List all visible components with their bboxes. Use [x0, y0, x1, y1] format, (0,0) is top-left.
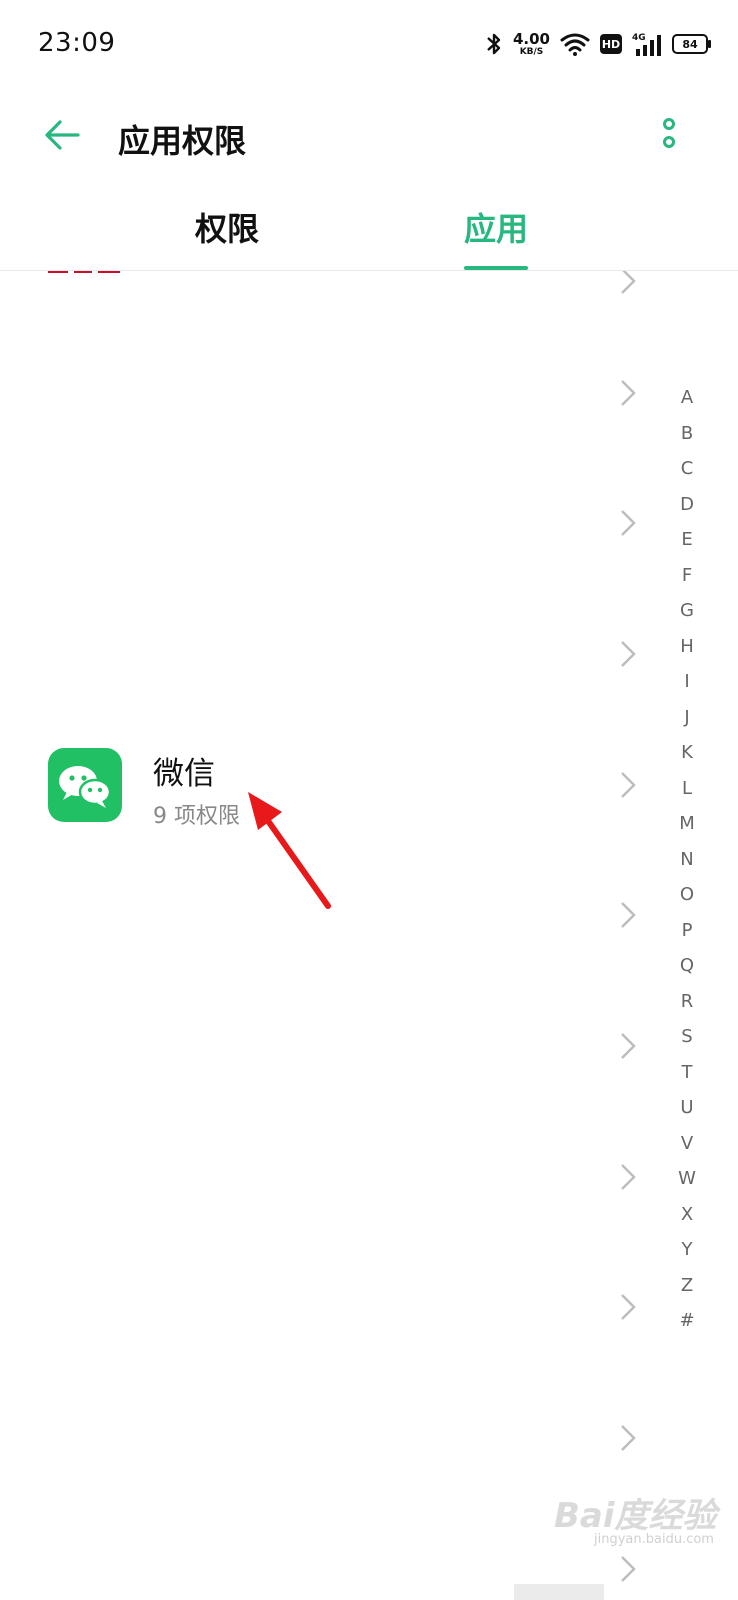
- bluetooth-icon: [487, 33, 501, 55]
- battery-icon: 84: [672, 34, 711, 54]
- more-options-button[interactable]: [652, 112, 686, 160]
- alpha-index-letter[interactable]: I: [672, 664, 702, 700]
- alpha-index-letter[interactable]: D: [672, 487, 702, 523]
- bottom-handle: [514, 1584, 604, 1600]
- chevron-right-icon[interactable]: [616, 375, 640, 411]
- tab-apps[interactable]: 应用: [464, 204, 528, 250]
- alpha-index-letter[interactable]: T: [672, 1055, 702, 1091]
- watermark-logo: Bai度经验: [554, 1496, 717, 1536]
- alpha-index-letter[interactable]: A: [672, 380, 702, 416]
- status-time: 23:09: [38, 28, 116, 58]
- alpha-index-letter[interactable]: Z: [672, 1268, 702, 1304]
- vertical-dots-icon: [663, 118, 675, 148]
- app-list[interactable]: [0, 271, 738, 1600]
- alpha-index-letter[interactable]: #: [672, 1303, 702, 1339]
- alpha-index-letter[interactable]: F: [672, 558, 702, 594]
- alpha-index-letter[interactable]: H: [672, 629, 702, 665]
- alpha-index-letter[interactable]: N: [672, 842, 702, 878]
- page-title: 应用权限: [118, 122, 247, 160]
- alpha-index-letter[interactable]: M: [672, 806, 702, 842]
- alpha-index-letter[interactable]: K: [672, 735, 702, 771]
- alpha-index-letter[interactable]: L: [672, 771, 702, 807]
- status-icons: 4.00 KB/S HD 4G 84: [485, 26, 711, 62]
- alpha-index-letter[interactable]: C: [672, 451, 702, 487]
- chevron-right-icon[interactable]: [616, 1028, 640, 1064]
- alpha-index-letter[interactable]: P: [672, 913, 702, 949]
- wechat-icon: [48, 748, 122, 822]
- alpha-index-letter[interactable]: E: [672, 522, 702, 558]
- alpha-index-letter[interactable]: U: [672, 1090, 702, 1126]
- chevron-right-icon[interactable]: [616, 1289, 640, 1325]
- net-speed-value: 4.00: [512, 29, 550, 48]
- wifi-icon: [560, 33, 590, 56]
- alpha-index-letter[interactable]: Q: [672, 948, 702, 984]
- watermark-url: jingyan.baidu.com: [594, 1532, 714, 1547]
- chevron-right-icon[interactable]: [616, 897, 640, 933]
- annotation-arrow-icon: [248, 792, 331, 909]
- net-speed: 4.00 KB/S: [512, 29, 550, 57]
- status-bar: 23:09 4.00 KB/S HD 4G 84: [0, 0, 738, 90]
- alpha-index-letter[interactable]: S: [672, 1019, 702, 1055]
- alpha-index-letter[interactable]: W: [672, 1161, 702, 1197]
- tab-permissions[interactable]: 权限: [195, 204, 259, 250]
- alpha-index-letter[interactable]: V: [672, 1126, 702, 1162]
- app-permission-count: 9 项权限: [153, 804, 240, 829]
- alpha-index-letter[interactable]: B: [672, 416, 702, 452]
- net-speed-unit: KB/S: [519, 46, 544, 57]
- arrow-left-icon: [45, 120, 80, 150]
- back-button[interactable]: [40, 112, 86, 158]
- alpha-index-letter[interactable]: G: [672, 593, 702, 629]
- chevron-right-icon[interactable]: [616, 1159, 640, 1195]
- alpha-index-letter[interactable]: X: [672, 1197, 702, 1233]
- alpha-index-letter[interactable]: R: [672, 984, 702, 1020]
- chevron-right-icon[interactable]: [616, 1551, 640, 1587]
- app-icon-partial: [48, 271, 120, 273]
- chevron-right-icon[interactable]: [616, 1420, 640, 1456]
- signal-icon: 4G: [632, 33, 661, 56]
- signal-label: 4G: [632, 33, 646, 43]
- alpha-index-letter[interactable]: J: [672, 700, 702, 736]
- chevron-right-icon[interactable]: [616, 271, 640, 299]
- chevron-right-icon[interactable]: [616, 636, 640, 672]
- chevron-right-icon[interactable]: [616, 505, 640, 541]
- chevron-right-icon[interactable]: [616, 767, 640, 803]
- alphabet-index[interactable]: A B C D E F G H I J K L M N O P Q R S T …: [672, 380, 702, 1339]
- hd-icon: HD: [600, 34, 622, 54]
- app-name: 微信: [153, 756, 215, 792]
- alpha-index-letter[interactable]: Y: [672, 1232, 702, 1268]
- battery-level: 84: [682, 37, 698, 51]
- alpha-index-letter[interactable]: O: [672, 877, 702, 913]
